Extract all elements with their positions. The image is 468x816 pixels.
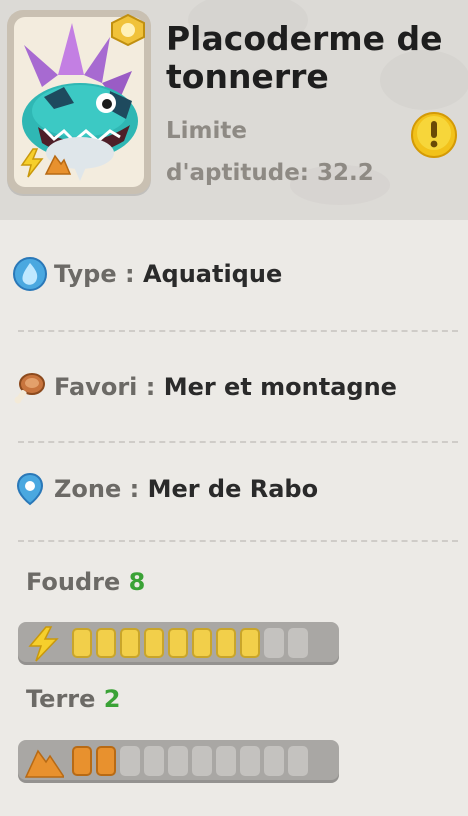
stat-pip-filled: [192, 628, 212, 658]
stat-pip-empty: [120, 746, 140, 776]
element-earth-icon: [44, 154, 72, 175]
stat-foudre-bar: [18, 622, 339, 665]
lightning-icon: [28, 626, 59, 662]
stat-value: 8: [128, 568, 146, 596]
stat-pip-empty: [192, 746, 212, 776]
stat-pip-filled: [72, 746, 92, 776]
type-value: Aquatique: [142, 260, 283, 288]
type-label: Type :: [54, 260, 143, 288]
divider: [18, 540, 458, 542]
stat-pip-filled: [144, 628, 164, 658]
stat-value: 2: [103, 685, 121, 713]
stat-pip-empty: [216, 746, 236, 776]
stat-pip-empty: [144, 746, 164, 776]
stat-pip-filled: [216, 628, 236, 658]
stat-name: Foudre: [26, 568, 121, 596]
stat-terre-label: Terre 2: [26, 685, 120, 713]
creature-name: Placoderme de tonnerre: [166, 19, 443, 96]
favori-row: Favori : Mer et montagne: [12, 367, 397, 407]
aptitude-limit: Limite d'aptitude: 32.2: [166, 118, 374, 186]
divider: [18, 330, 458, 332]
stat-pip-filled: [72, 628, 92, 658]
divider: [18, 441, 458, 443]
favori-value: Mer et montagne: [163, 373, 397, 401]
type-row: Type : Aquatique: [12, 254, 282, 294]
meat-icon: [12, 369, 48, 405]
creature-header: Placoderme de tonnerre Limite d'aptitude…: [0, 0, 468, 220]
stat-pips: [72, 628, 308, 658]
mountain-icon: [24, 749, 64, 778]
stat-terre-bar: [18, 740, 339, 783]
creature-portrait[interactable]: [7, 10, 151, 194]
stat-pips: [72, 746, 308, 776]
info-alert-button[interactable]: [410, 111, 458, 159]
stat-pip-filled: [168, 628, 188, 658]
zone-value: Mer de Rabo: [147, 475, 319, 503]
stat-pip-empty: [288, 628, 308, 658]
stat-foudre-label: Foudre 8: [26, 568, 145, 596]
favori-label: Favori :: [54, 373, 164, 401]
stat-pip-empty: [264, 628, 284, 658]
stat-name: Terre: [26, 685, 96, 713]
water-drop-icon: [12, 256, 48, 292]
zone-row: Zone : Mer de Rabo: [12, 469, 318, 509]
stat-pip-empty: [168, 746, 188, 776]
element-lightning-icon: [20, 148, 44, 178]
stat-pip-filled: [240, 628, 260, 658]
stat-pip-empty: [240, 746, 260, 776]
stat-pip-empty: [264, 746, 284, 776]
stat-pip-empty: [288, 746, 308, 776]
rank-badge-icon: [111, 13, 145, 47]
stat-pip-filled: [96, 628, 116, 658]
stat-pip-filled: [96, 746, 116, 776]
zone-label: Zone :: [54, 475, 148, 503]
location-pin-icon: [12, 471, 48, 507]
stat-pip-filled: [120, 628, 140, 658]
